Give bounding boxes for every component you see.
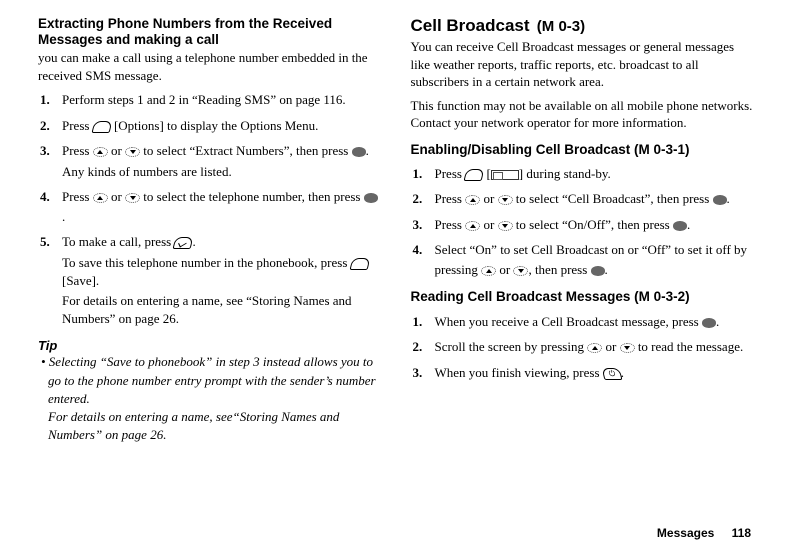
r1-step2: 2. Press or to select “Cell Broadcast”, … xyxy=(411,189,754,209)
center-button-icon xyxy=(591,266,605,276)
step-5: 5. To make a call, press . xyxy=(38,232,381,252)
r2-step3: 3. When you finish viewing, press . xyxy=(411,363,754,383)
r2-step1: 1. When you receive a Cell Broadcast mes… xyxy=(411,312,754,332)
center-button-icon xyxy=(702,318,716,328)
center-button-icon xyxy=(364,193,378,203)
arrow-down-icon xyxy=(125,147,140,157)
left-column: Extracting Phone Numbers from the Receiv… xyxy=(38,16,381,444)
left-heading-l2: Messages and making a call xyxy=(38,32,219,47)
right-column: Cell Broadcast (M 0-3) You can receive C… xyxy=(411,16,754,444)
arrow-down-icon xyxy=(498,195,513,205)
tip-label: Tip xyxy=(38,338,381,353)
softkey-left-icon xyxy=(349,258,370,270)
r2-step2: 2. Scroll the screen by pressing or to r… xyxy=(411,337,754,357)
step3-sub: Any kinds of numbers are listed. xyxy=(38,163,381,181)
arrow-up-icon xyxy=(465,221,480,231)
arrow-down-icon xyxy=(620,343,635,353)
r1-step1: 1. Press [] during stand-by. xyxy=(411,164,754,184)
right-para2: This function may not be available on al… xyxy=(411,97,754,132)
arrow-up-icon xyxy=(587,343,602,353)
right-steps-2: 1. When you receive a Cell Broadcast mes… xyxy=(411,312,754,383)
softkey-left-icon xyxy=(464,169,485,181)
center-button-icon xyxy=(673,221,687,231)
arrow-down-icon xyxy=(125,193,140,203)
arrow-up-icon xyxy=(465,195,480,205)
step-2: 2. Press [Options] to display the Option… xyxy=(38,116,381,136)
end-key-icon xyxy=(601,368,622,380)
arrow-down-icon xyxy=(513,266,528,276)
step5-sub1: To save this telephone number in the pho… xyxy=(38,254,381,290)
r1-step3: 3. Press or to select “On/Off”, then pre… xyxy=(411,215,754,235)
arrow-up-icon xyxy=(93,193,108,203)
footer-section: Messages xyxy=(657,526,714,540)
tip-text-1: • Selecting “Save to phonebook” in step … xyxy=(38,353,381,408)
right-title: Cell Broadcast xyxy=(411,16,530,35)
arrow-up-icon xyxy=(481,266,496,276)
step-1: 1.Perform steps 1 and 2 in “Reading SMS”… xyxy=(38,90,381,110)
right-steps-1: 1. Press [] during stand-by. 2. Press or… xyxy=(411,164,754,280)
page-columns: Extracting Phone Numbers from the Receiv… xyxy=(38,16,753,444)
arrow-up-icon xyxy=(93,147,108,157)
right-para1: You can receive Cell Broadcast messages … xyxy=(411,38,754,91)
left-heading-l1: Extracting Phone Numbers from the Receiv… xyxy=(38,16,332,31)
center-button-icon xyxy=(713,195,727,205)
tip-text-2: For details on entering a name, see“Stor… xyxy=(38,408,381,444)
step-4: 4. Press or to select the telephone numb… xyxy=(38,187,381,226)
r1-step4: 4. Select “On” to set Cell Broadcast on … xyxy=(411,240,754,279)
sub-heading-2: Reading Cell Broadcast Messages (M 0-3-2… xyxy=(411,289,754,305)
right-menu-code: (M 0-3) xyxy=(537,18,585,35)
footer-page-number: 118 xyxy=(732,526,751,540)
sub-heading-1: Enabling/Disabling Cell Broadcast (M 0-3… xyxy=(411,142,754,158)
left-heading: Extracting Phone Numbers from the Receiv… xyxy=(38,16,381,48)
left-steps: 1.Perform steps 1 and 2 in “Reading SMS”… xyxy=(38,90,381,161)
message-menu-icon xyxy=(491,170,519,180)
page-footer: Messages 118 xyxy=(657,526,751,540)
step-3: 3. Press or to select “Extract Numbers”,… xyxy=(38,141,381,161)
arrow-down-icon xyxy=(498,221,513,231)
center-button-icon xyxy=(352,147,366,157)
left-intro: you can make a call using a telephone nu… xyxy=(38,49,381,84)
step5-sub2: For details on entering a name, see “Sto… xyxy=(38,292,381,328)
left-steps-cont: 4. Press or to select the telephone numb… xyxy=(38,187,381,252)
send-key-icon xyxy=(173,237,194,249)
right-heading-row: Cell Broadcast (M 0-3) xyxy=(411,16,754,36)
softkey-left-icon xyxy=(91,121,112,133)
